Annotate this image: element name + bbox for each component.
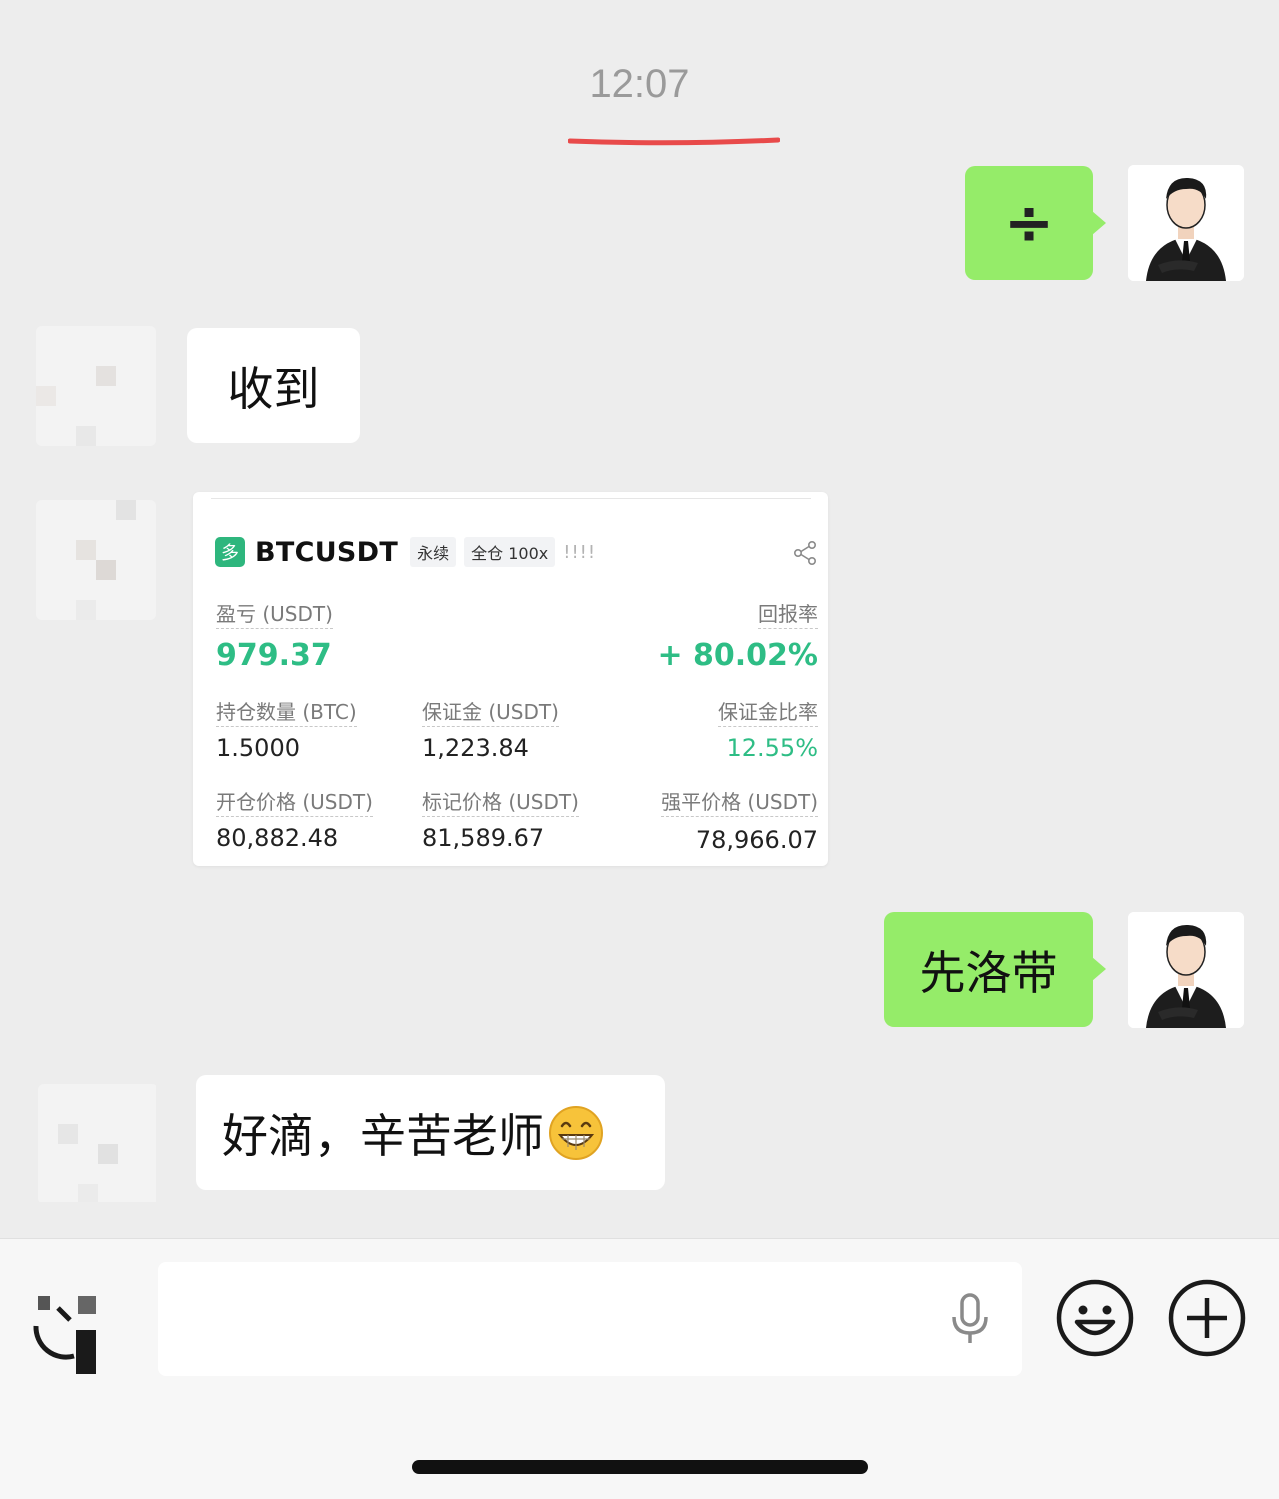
share-icon [793,540,816,565]
contact-avatar-pixelated[interactable] [38,1084,158,1204]
contact-avatar-pixelated[interactable] [36,326,156,446]
margin-ratio-label: 保证金比率 [718,700,818,727]
long-badge: 多 [215,537,245,567]
message-text: ÷ [1003,188,1055,258]
pnl-value: 979.37 [216,638,332,673]
tag-contract-type: 永续 [410,537,457,567]
chat-timestamp: 12:07 [589,62,690,106]
liquidation-price-label: 强平价格 (USDT) [661,790,818,817]
position-size-value: 1.5000 [216,734,300,762]
message-input[interactable] [158,1262,1022,1376]
roe-value: + 80.02% [657,638,818,673]
plus-circle-icon[interactable] [1167,1278,1247,1358]
margin-ratio-value: 12.55% [726,734,818,762]
bubble-tail [1092,957,1106,981]
incoming-message-bubble[interactable]: 收到 [187,328,360,443]
entry-price-value: 80,882.48 [216,824,339,852]
microphone-icon[interactable] [950,1293,990,1345]
businessman-avatar-icon [1128,912,1244,1028]
position-card-image[interactable]: 多 BTCUSDT 永续 全仓 100x !!!! 盈亏 (USDT) 979.… [193,492,828,866]
roe-label: 回报率 [758,602,818,629]
tag-margin-mode: 全仓 100x [464,537,556,567]
message-text: 先洛带 [919,945,1058,1000]
message-text: 收到 [227,361,320,416]
message-text: 好滴，辛苦老师 [222,1108,544,1163]
mark-price-value: 81,589.67 [422,824,545,852]
bubble-tail [1092,211,1106,235]
card-header: 多 BTCUSDT 永续 全仓 100x !!!! [215,534,596,570]
incoming-message-bubble[interactable]: 好滴，辛苦老师 [196,1075,665,1190]
home-indicator [412,1460,868,1474]
mark-price-label: 标记价格 (USDT) [422,790,579,817]
entry-price-label: 开仓价格 (USDT) [216,790,373,817]
outgoing-message-bubble[interactable]: 先洛带 [884,912,1093,1027]
pixelated-avatar-icon [36,500,156,620]
position-size-label: 持仓数量 (BTC) [216,700,357,727]
liquidation-price-value: 78,966.07 [695,826,818,854]
margin-value: 1,223.84 [422,734,529,762]
voice-toggle-icon[interactable] [30,1296,100,1376]
businessman-avatar-icon [1128,165,1244,281]
pnl-label: 盈亏 (USDT) [216,602,333,629]
outgoing-message-bubble[interactable]: ÷ [965,166,1093,280]
my-avatar[interactable] [1128,912,1244,1028]
red-underline-annotation [568,137,780,146]
margin-label: 保证金 (USDT) [422,700,559,727]
symbol: BTCUSDT [255,536,399,568]
my-avatar[interactable] [1128,165,1244,281]
grinning-face-icon [549,1105,603,1160]
pixelated-avatar-icon [38,1084,156,1202]
emoji-icon[interactable] [1055,1278,1135,1358]
divider [211,498,811,499]
pixelated-avatar-icon [36,326,156,446]
warning-marks: !!!! [563,541,597,563]
contact-avatar-pixelated[interactable] [36,500,156,620]
